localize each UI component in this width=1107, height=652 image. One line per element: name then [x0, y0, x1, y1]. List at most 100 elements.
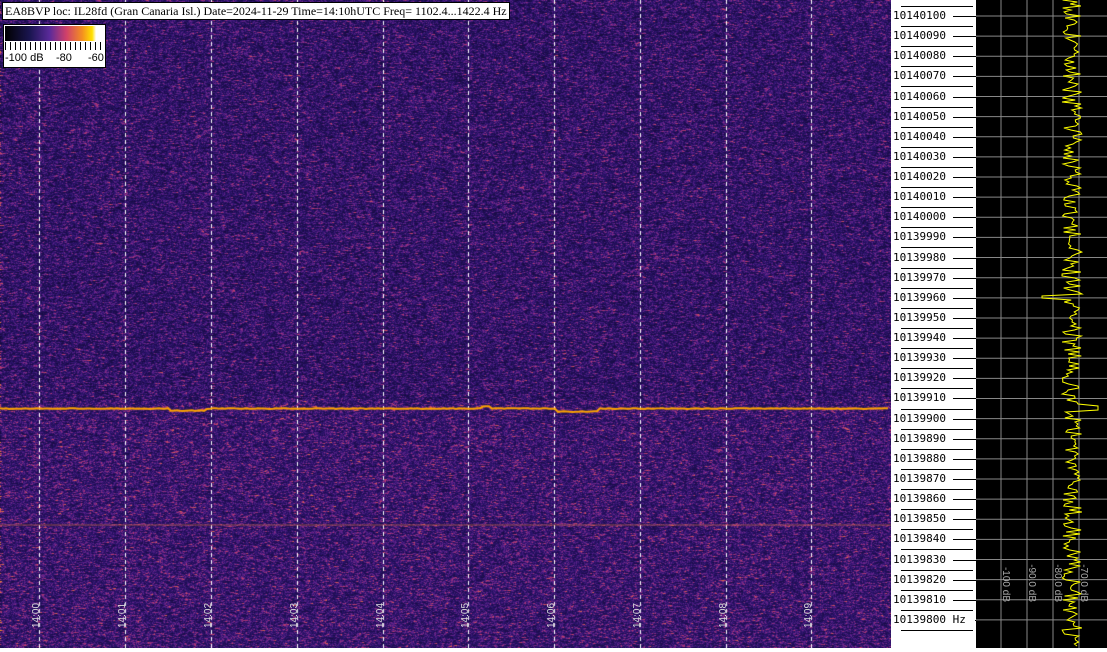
y-tick-label: 10139930 — [893, 351, 946, 365]
y-minor-tick — [901, 408, 973, 410]
y-tick-label: 10140060 — [893, 89, 946, 103]
y-minor-tick — [901, 106, 973, 108]
y-minor-tick — [901, 549, 973, 551]
y-tick-mark — [953, 237, 976, 239]
y-minor-tick — [901, 5, 973, 7]
y-tick-label: 10140040 — [893, 129, 946, 143]
y-minor-tick — [901, 126, 973, 128]
y-tick-label: 10140090 — [893, 29, 946, 43]
y-tick-label: 10140000 — [893, 210, 946, 224]
x-tick-label: 14:09 — [803, 602, 814, 628]
frequency-axis: 10140100 10140090 10140080 10140070 10140060… — [891, 0, 976, 648]
y-tick-mark — [953, 136, 976, 138]
x-tick-label: 14:02 — [203, 602, 214, 628]
x-tick-label: 14:04 — [375, 602, 386, 628]
y-tick-mark — [953, 156, 976, 158]
x-tick-label: 14:01 — [117, 602, 128, 628]
y-tick-mark — [953, 458, 976, 460]
y-minor-tick — [901, 468, 973, 470]
y-minor-tick — [901, 388, 973, 390]
y-tick-mark — [953, 438, 976, 440]
y-tick-mark — [953, 338, 976, 340]
y-minor-tick — [901, 529, 973, 531]
y-tick-mark — [953, 56, 976, 58]
y-tick-label: 10139890 — [893, 431, 946, 445]
y-tick-mark — [953, 398, 976, 400]
y-tick-mark — [953, 217, 976, 219]
y-tick-mark — [953, 297, 976, 299]
y-tick-mark — [953, 559, 976, 561]
colorbar-label: -60 — [88, 52, 104, 64]
colorbar-legend: -100 dB -80 -60 — [3, 24, 106, 68]
colorbar-label: -80 — [56, 52, 72, 64]
y-tick-mark — [953, 257, 976, 259]
y-tick-mark — [953, 197, 976, 199]
y-tick-label: 10139950 — [893, 310, 946, 324]
colorbar-label: -100 dB — [5, 52, 44, 64]
x-tick-label: 14:08 — [718, 602, 729, 628]
x-tick-label: 14:00 — [31, 602, 42, 628]
y-minor-tick — [901, 569, 973, 571]
y-tick-label: 10139830 — [893, 552, 946, 566]
y-minor-tick — [901, 448, 973, 450]
y-minor-tick — [901, 187, 973, 189]
power-plot — [976, 0, 1107, 648]
y-tick-label: 10139880 — [893, 451, 946, 465]
y-tick-label: 10139980 — [893, 250, 946, 264]
y-minor-tick — [901, 287, 973, 289]
y-tick-mark — [953, 177, 976, 179]
y-tick-label: 10140050 — [893, 109, 946, 123]
y-tick-mark — [953, 36, 976, 38]
y-tick-mark — [953, 418, 976, 420]
y-tick-mark — [953, 579, 976, 581]
y-tick-mark — [953, 76, 976, 78]
y-minor-tick — [901, 66, 973, 68]
y-tick-mark — [953, 519, 976, 521]
x-tick-label: 14:07 — [632, 602, 643, 628]
y-minor-tick — [901, 629, 973, 631]
y-tick-label: 10139870 — [893, 471, 946, 485]
colorbar-gradient — [5, 26, 104, 41]
y-minor-tick — [901, 328, 973, 329]
power-axis-label: -100 dB — [1000, 566, 1011, 602]
y-tick-label: 10139940 — [893, 331, 946, 345]
y-tick-label: 10139900 — [893, 411, 946, 425]
y-tick-label: 10140020 — [893, 170, 946, 184]
y-tick-label: 10139990 — [893, 230, 946, 244]
y-minor-tick — [901, 46, 973, 48]
y-tick-label: 10139970 — [893, 270, 946, 284]
y-tick-mark — [953, 499, 976, 501]
y-tick-label: 10139820 — [893, 572, 946, 586]
y-tick-mark — [953, 478, 976, 480]
y-tick-label: 10139840 — [893, 532, 946, 546]
y-tick-mark — [953, 116, 976, 118]
y-tick-mark — [953, 599, 976, 601]
power-axis-label: -90.0 dB — [1026, 564, 1037, 602]
x-tick-label: 14:03 — [289, 602, 300, 628]
y-minor-tick — [901, 348, 973, 350]
y-tick-label: 10140010 — [893, 190, 946, 204]
y-minor-tick — [901, 86, 973, 88]
y-tick-label: 10139810 — [893, 592, 946, 606]
spectrogram-canvas — [0, 0, 891, 648]
y-tick-mark — [953, 16, 976, 17]
y-tick-label: 10139920 — [893, 371, 946, 385]
y-tick-mark — [953, 358, 976, 360]
y-tick-label: 10140030 — [893, 149, 946, 163]
power-panel: -100 dB -90.0 dB -80.0 dB -70.0 dB — [976, 0, 1107, 648]
y-tick-mark — [953, 378, 976, 380]
power-axis-label: -70.0 dB — [1078, 564, 1089, 602]
x-tick-label: 14:05 — [460, 602, 471, 628]
y-minor-tick — [901, 489, 973, 491]
x-tick-label: 14:06 — [546, 602, 557, 628]
y-tick-mark — [953, 539, 976, 541]
y-minor-tick — [901, 207, 973, 209]
y-tick-mark — [953, 317, 976, 319]
chart-title: EA8BVP loc: IL28fd (Gran Canaria Isl.) D… — [2, 2, 510, 20]
y-tick-label: 10139860 — [893, 492, 946, 506]
y-minor-tick — [901, 267, 973, 269]
y-minor-tick — [901, 247, 973, 249]
y-tick-label: 10139960 — [893, 290, 946, 304]
y-minor-tick — [901, 227, 973, 229]
colorbar-ticks — [5, 42, 104, 50]
